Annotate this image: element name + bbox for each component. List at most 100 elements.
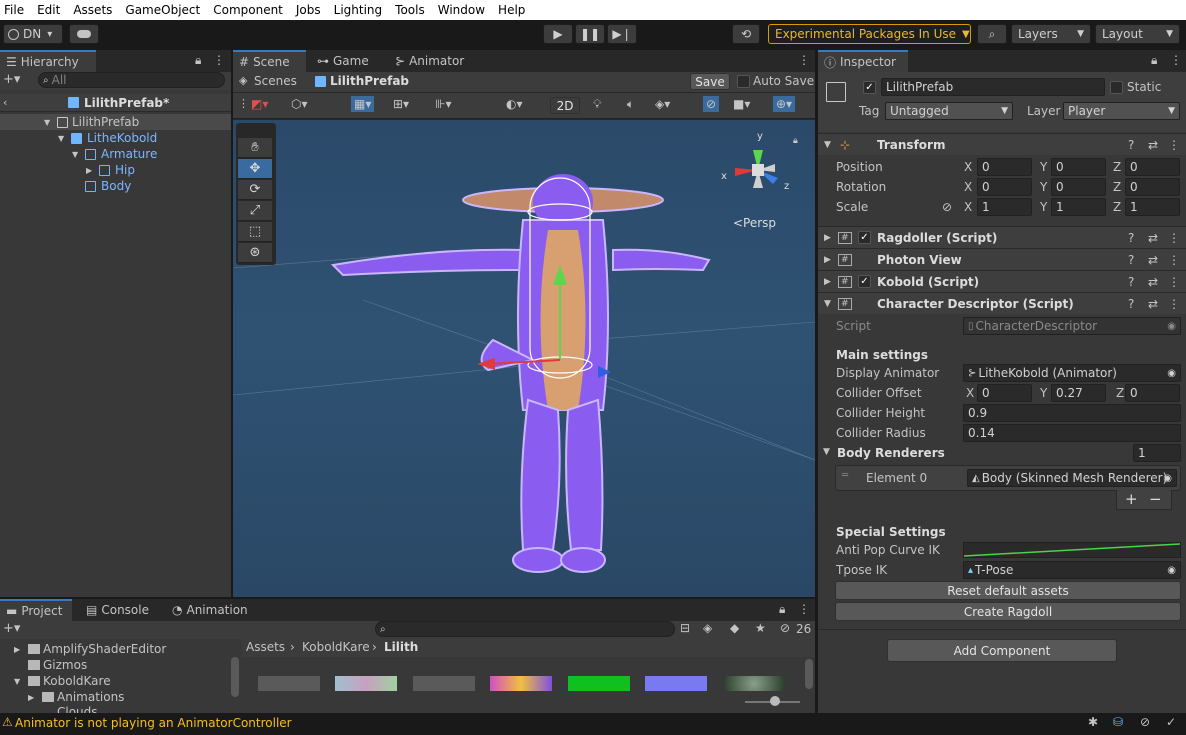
menu-assets[interactable]: Assets (69, 3, 116, 17)
preset-icon[interactable]: ⇄ (1148, 231, 1158, 245)
cache-server-icon[interactable]: ⛁ (1113, 715, 1123, 729)
kobold-component-header[interactable]: ▶ # ✓ Kobold (Script) ? ⇄ ⋮ (818, 270, 1186, 292)
more-icon[interactable]: ⋮ (1170, 53, 1182, 67)
rotation-y-field[interactable]: 0 (1051, 178, 1106, 196)
rotation-x-field[interactable]: 0 (977, 178, 1032, 196)
breadcrumb-assets[interactable]: Assets (246, 640, 285, 654)
add-icon[interactable]: +▾ (3, 72, 20, 87)
filter-type-icon[interactable]: ⊟ (680, 621, 690, 635)
scale-tool[interactable]: ⤢ (238, 201, 272, 221)
tab-game[interactable]: ⊶ Game (311, 50, 375, 72)
step-button[interactable]: ▶❘ (607, 24, 637, 44)
asset-thumbnail[interactable] (723, 676, 785, 691)
perspective-label[interactable]: <Persp (733, 216, 776, 230)
pause-button[interactable]: ❚❚ (575, 24, 605, 44)
move-tool[interactable]: ✥ (238, 159, 272, 179)
effects-icon[interactable]: ◈▾ (655, 97, 670, 111)
tag-dropdown[interactable]: Untagged ▼ (885, 102, 1013, 120)
body-renderers-count-field[interactable]: 1 (1133, 444, 1181, 462)
reset-default-assets-button[interactable]: Reset default assets (835, 581, 1181, 600)
add-element-button[interactable]: + (1125, 490, 1138, 508)
prefab-header[interactable]: ‹ LilithPrefab* (0, 94, 231, 112)
more-icon[interactable]: ⋮ (798, 602, 810, 616)
preset-icon[interactable]: ⇄ (1148, 275, 1158, 289)
lock-icon[interactable]: 🔒︎ (195, 53, 201, 68)
component-menu-icon[interactable]: ⋮ (1168, 138, 1180, 152)
transform-component-header[interactable]: ▼ ⊹ Transform ? ⇄ ⋮ (818, 133, 1186, 155)
auto-save-checkbox[interactable] (737, 75, 750, 88)
position-z-field[interactable]: 0 (1125, 158, 1180, 176)
expand-arrow-icon[interactable]: ▼ (824, 299, 831, 309)
tab-hierarchy[interactable]: ☰ Hierarchy (0, 50, 96, 72)
expand-arrow-icon[interactable]: ▶ (824, 233, 831, 243)
expand-arrow-icon[interactable]: ▼ (58, 134, 64, 143)
transform-tool[interactable]: ⊛ (238, 243, 272, 263)
grid-snap-icon[interactable]: ▦▾ (351, 96, 375, 112)
active-checkbox[interactable]: ✓ (863, 81, 876, 94)
orientation-icon[interactable]: ◐▾ (506, 97, 523, 111)
status-message[interactable]: Animator is not playing an AnimatorContr… (15, 716, 292, 730)
enabled-checkbox[interactable]: ✓ (858, 275, 871, 288)
search-input[interactable]: ⌕ All (38, 72, 225, 88)
folder-animations[interactable]: ▶ Animations (0, 689, 241, 705)
folder-gizmos[interactable]: Gizmos (0, 657, 241, 673)
tab-project[interactable]: ▬ Project (0, 599, 72, 621)
tab-animation[interactable]: ◔ Animation (166, 599, 254, 621)
experimental-packages-button[interactable]: Experimental Packages In Use ▼ (768, 24, 971, 44)
remove-element-button[interactable]: − (1149, 490, 1162, 508)
object-picker-icon[interactable]: ◉ (1167, 368, 1176, 379)
tab-inspector[interactable]: ⓘ Inspector (818, 50, 908, 72)
status-check-icon[interactable]: ✓ (1166, 715, 1176, 729)
photon-view-component-header[interactable]: ▶ # Photon View ? ⇄ ⋮ (818, 248, 1186, 270)
element0-field[interactable]: ◭ Body (Skinned Mesh Renderer) ◉ (967, 469, 1177, 487)
scale-x-field[interactable]: 1 (977, 198, 1032, 216)
debug-icon[interactable]: ✱ (1088, 715, 1098, 729)
static-checkbox[interactable] (1110, 81, 1123, 94)
lock-icon[interactable]: 🔒︎ (779, 602, 785, 617)
tree-item-hip[interactable]: ▶ Hip (0, 162, 231, 178)
enabled-checkbox[interactable]: ✓ (858, 231, 871, 244)
menu-edit[interactable]: Edit (33, 3, 64, 17)
lighting-toggle-icon[interactable]: 💡︎ (593, 97, 601, 112)
create-ragdoll-button[interactable]: Create Ragdoll (835, 602, 1181, 621)
expand-arrow-icon[interactable]: ▼ (14, 677, 20, 686)
layer-dropdown[interactable]: Player ▼ (1063, 102, 1180, 120)
expand-arrow-icon[interactable]: ▼ (44, 118, 50, 127)
2d-toggle-button[interactable]: 2D (550, 97, 580, 114)
filter-label-icon[interactable]: ◈ (703, 621, 712, 635)
help-icon[interactable]: ? (1128, 138, 1134, 152)
expand-arrow-icon[interactable]: ▶ (28, 693, 34, 702)
collider-radius-field[interactable]: 0.14 (963, 424, 1181, 442)
constrain-proportions-icon[interactable]: ⊘ (942, 200, 952, 214)
add-component-button[interactable]: Add Component (887, 639, 1117, 662)
help-icon[interactable]: ? (1128, 297, 1134, 311)
tag-icon[interactable]: ◆ (730, 621, 739, 635)
object-picker-icon[interactable]: ◉ (1163, 473, 1172, 484)
asset-thumbnail[interactable] (568, 676, 630, 691)
object-name-field[interactable]: LilithPrefab (881, 78, 1105, 96)
audio-toggle-icon[interactable]: 🔈︎ (627, 97, 634, 112)
history-button[interactable]: ⟲ (732, 24, 760, 44)
expand-arrow-icon[interactable]: ▼ (824, 140, 831, 150)
help-icon[interactable]: ? (1128, 231, 1134, 245)
expand-arrow-icon[interactable]: ▼ (823, 447, 830, 457)
character-descriptor-component-header[interactable]: ▼ # Character Descriptor (Script) ? ⇄ ⋮ (818, 292, 1186, 314)
layers-dropdown[interactable]: Layers ▼ (1011, 24, 1091, 44)
snap-increment-icon[interactable]: ⊪▾ (435, 97, 451, 111)
asset-thumbnail[interactable] (645, 676, 707, 691)
zoom-slider-handle[interactable] (770, 696, 780, 706)
rect-tool[interactable]: ⬚ (238, 222, 272, 242)
drag-handle-icon[interactable]: ═ (842, 470, 848, 481)
breadcrumb-scenes[interactable]: Scenes (254, 74, 297, 88)
expand-arrow-icon[interactable]: ▼ (72, 150, 78, 159)
rotate-tool[interactable]: ⟳ (238, 180, 272, 200)
back-icon[interactable]: ‹ (3, 96, 7, 109)
position-x-field[interactable]: 0 (977, 158, 1032, 176)
tab-console[interactable]: ▤ Console (80, 599, 155, 621)
help-icon[interactable]: ? (1128, 275, 1134, 289)
preset-icon[interactable]: ⇄ (1148, 253, 1158, 267)
layout-dropdown[interactable]: Layout ▼ (1095, 24, 1180, 44)
menu-file[interactable]: File (0, 3, 28, 17)
expand-arrow-icon[interactable]: ▶ (86, 166, 92, 175)
folder-amplifyshadereditor[interactable]: ▶ AmplifyShaderEditor (0, 641, 241, 657)
